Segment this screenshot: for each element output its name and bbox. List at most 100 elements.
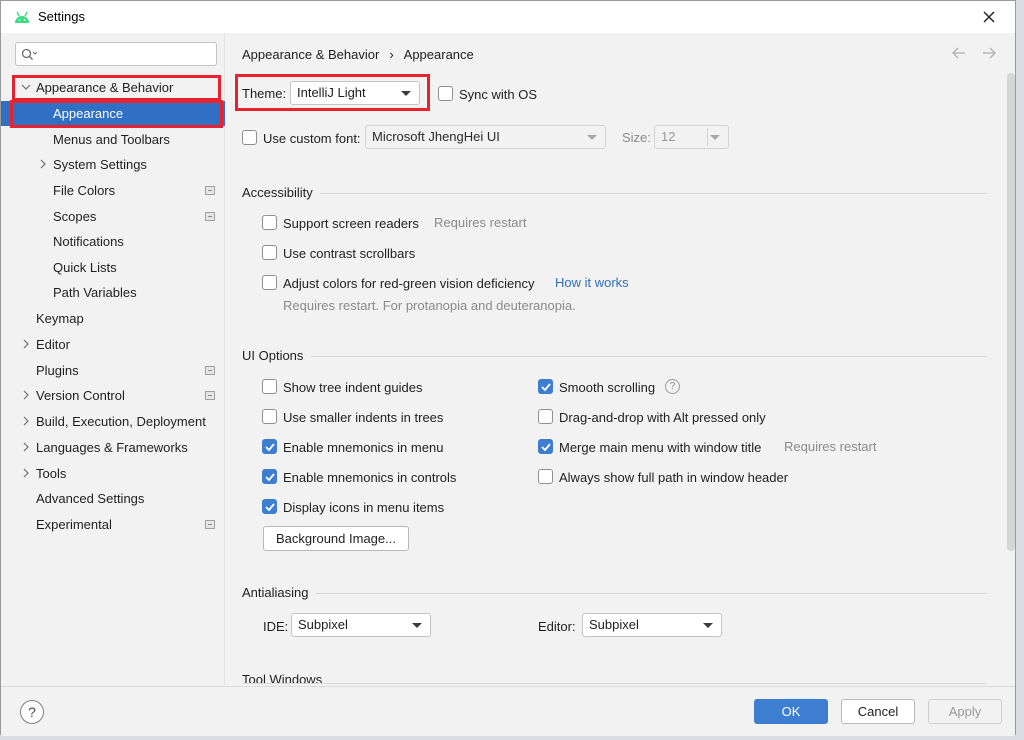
accessibility-title: Accessibility <box>242 185 313 200</box>
help-icon[interactable]: ? <box>665 379 680 394</box>
checkmark-icon <box>265 443 275 452</box>
contrast-scrollbars-label: Use contrast scrollbars <box>283 246 416 261</box>
chevron-right-icon[interactable] <box>21 442 31 452</box>
chevron-down-icon[interactable] <box>21 82 31 92</box>
checkmark-icon <box>541 443 551 452</box>
project-level-icon <box>205 366 215 375</box>
search-icon <box>21 48 37 60</box>
forward-arrow-icon[interactable] <box>981 45 997 61</box>
mnemonics-menu-checkbox[interactable] <box>262 439 277 454</box>
theme-dropdown[interactable]: IntelliJ Light <box>290 81 420 105</box>
sidebar-item-label: Plugins <box>36 363 79 378</box>
drag-drop-checkbox[interactable] <box>538 409 553 424</box>
settings-dialog: Settings Appearance & Behavior Appearance… <box>0 0 1016 736</box>
merge-menu-checkbox[interactable] <box>538 439 553 454</box>
icons-menu-checkbox[interactable] <box>262 499 277 514</box>
chevron-down-icon <box>703 623 713 628</box>
background-image-button[interactable]: Background Image... <box>263 526 409 551</box>
sidebar-item-path-variables[interactable]: Path Variables <box>1 280 225 305</box>
editor-antialiasing-dropdown[interactable]: Subpixel <box>582 613 722 637</box>
adjust-colors-label: Adjust colors for red-green vision defic… <box>283 276 535 291</box>
section-divider <box>316 593 987 594</box>
full-path-checkbox[interactable] <box>538 469 553 484</box>
breadcrumb-parent[interactable]: Appearance & Behavior <box>242 47 379 62</box>
smooth-scrolling-checkbox[interactable] <box>538 379 553 394</box>
chevron-down-icon <box>412 623 422 628</box>
icons-menu-label: Display icons in menu items <box>283 500 445 515</box>
mnemonics-menu-label: Enable mnemonics in menu <box>283 440 444 455</box>
search-field[interactable] <box>15 42 217 66</box>
full-path-label: Always show full path in window header <box>559 470 789 485</box>
screen-readers-label: Support screen readers <box>283 216 419 231</box>
sidebar-item-label: File Colors <box>53 183 116 198</box>
content-scrollbar[interactable] <box>1007 73 1015 551</box>
screen-readers-checkbox[interactable] <box>262 215 277 230</box>
section-divider <box>320 193 987 194</box>
sidebar-item-plugins[interactable]: Plugins <box>1 358 225 383</box>
sidebar-item-label: Scopes <box>53 209 97 224</box>
sidebar-item-experimental[interactable]: Experimental <box>1 512 225 537</box>
ok-button[interactable]: OK <box>754 699 828 724</box>
custom-font-label: Use custom font: <box>263 131 361 146</box>
contrast-scrollbars-checkbox[interactable] <box>262 245 277 260</box>
antialiasing-title: Antialiasing <box>242 585 309 600</box>
sidebar-item-label: Appearance <box>53 106 124 121</box>
sidebar-item-label: System Settings <box>53 157 147 172</box>
mnemonics-controls-checkbox[interactable] <box>262 469 277 484</box>
breadcrumb: Appearance & Behavior › Appearance <box>242 47 474 62</box>
cancel-button[interactable]: Cancel <box>841 699 915 724</box>
ide-antialiasing-value: Subpixel <box>298 617 348 632</box>
sidebar-item-label: Languages & Frameworks <box>36 440 188 455</box>
sidebar-item-editor[interactable]: Editor <box>1 332 225 357</box>
sidebar-item-languages-frameworks[interactable]: Languages & Frameworks <box>1 435 225 460</box>
sidebar-item-advanced-settings[interactable]: Advanced Settings <box>1 486 225 511</box>
custom-font-checkbox[interactable] <box>242 130 257 145</box>
how-it-works-link[interactable]: How it works <box>555 275 629 290</box>
help-button[interactable]: ? <box>20 700 44 724</box>
chevron-right-icon[interactable] <box>21 468 31 478</box>
close-icon[interactable] <box>979 7 999 27</box>
sync-os-checkbox[interactable] <box>438 86 453 101</box>
sidebar-item-label: Advanced Settings <box>36 491 145 506</box>
sidebar-item-scopes[interactable]: Scopes <box>1 204 225 229</box>
tree-indent-checkbox[interactable] <box>262 379 277 394</box>
sidebar-item-menus-and-toolbars[interactable]: Menus and Toolbars <box>1 127 225 152</box>
sidebar-item-system-settings[interactable]: System Settings <box>1 152 225 177</box>
font-dropdown[interactable]: Microsoft JhengHei UI <box>365 125 606 149</box>
search-input[interactable] <box>42 45 212 63</box>
chevron-down-icon <box>587 135 597 140</box>
sidebar-item-notifications[interactable]: Notifications <box>1 229 225 254</box>
font-size-combo[interactable]: 12 <box>654 125 729 149</box>
merge-menu-label: Merge main menu with window title <box>559 440 762 455</box>
sidebar-item-file-colors[interactable]: File Colors <box>1 178 225 203</box>
adjust-colors-checkbox[interactable] <box>262 275 277 290</box>
chevron-right-icon[interactable] <box>21 339 31 349</box>
ide-antialiasing-dropdown[interactable]: Subpixel <box>291 613 431 637</box>
sidebar-item-label: Notifications <box>53 234 124 249</box>
sidebar-item-keymap[interactable]: Keymap <box>1 306 225 331</box>
section-divider <box>311 356 987 357</box>
chevron-right-icon[interactable] <box>21 416 31 426</box>
sidebar-item-appearance-behavior[interactable]: Appearance & Behavior <box>1 75 225 100</box>
section-divider <box>242 683 987 684</box>
smaller-indents-checkbox[interactable] <box>262 409 277 424</box>
sidebar-item-label: Path Variables <box>53 285 137 300</box>
apply-button[interactable]: Apply <box>928 699 1002 724</box>
chevron-down-icon <box>710 135 720 140</box>
sidebar-item-tools[interactable]: Tools <box>1 461 225 486</box>
chevron-right-icon[interactable] <box>38 159 48 169</box>
editor-label: Editor: <box>538 619 576 634</box>
chevron-right-icon[interactable] <box>21 390 31 400</box>
sidebar-item-version-control[interactable]: Version Control <box>1 383 225 408</box>
merge-menu-note: Requires restart <box>784 439 877 454</box>
adjust-colors-note: Requires restart. For protanopia and deu… <box>283 298 576 313</box>
sidebar-item-build-execution-deployment[interactable]: Build, Execution, Deployment <box>1 409 225 434</box>
back-arrow-icon[interactable] <box>951 45 967 61</box>
sidebar-item-quick-lists[interactable]: Quick Lists <box>1 255 225 280</box>
tree-indent-label: Show tree indent guides <box>283 380 423 395</box>
settings-content: Appearance & Behavior › Appearance Theme… <box>226 33 1015 686</box>
sidebar-item-appearance[interactable]: Appearance <box>1 101 225 126</box>
checkmark-icon <box>541 383 551 392</box>
breadcrumb-separator: › <box>389 47 394 62</box>
sidebar-item-label: Keymap <box>36 311 84 326</box>
